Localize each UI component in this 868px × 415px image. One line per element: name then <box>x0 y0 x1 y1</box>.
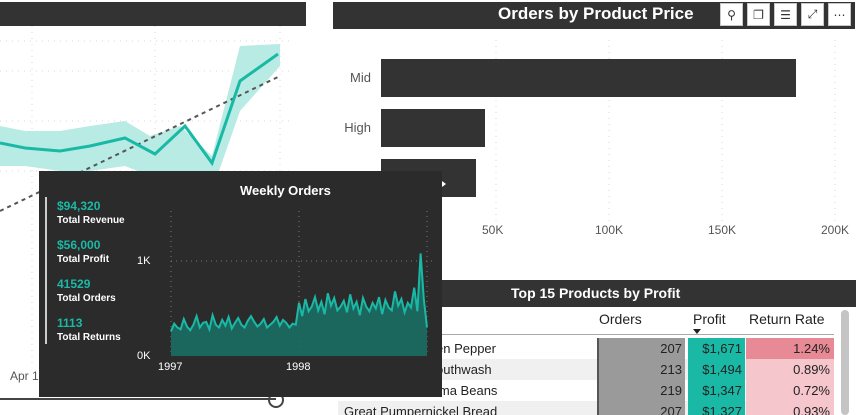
category-label-high: High <box>344 120 371 135</box>
kpi-value: 1113 <box>57 316 83 330</box>
left-visual-header <box>0 2 306 26</box>
tooltip-panel: Weekly Orders $94,320 Total Revenue $56,00… <box>39 171 442 397</box>
kpi-accent-bar <box>45 197 47 344</box>
x-tick-label: 150K <box>708 223 737 237</box>
bar-high[interactable] <box>381 109 485 147</box>
orders-cell: 207 <box>597 401 685 415</box>
profit-cell: $1,327 <box>688 401 745 415</box>
bar-chart-title: Orders by Product Price <box>498 4 694 23</box>
focus-mode-icon[interactable]: ⤢ <box>801 3 824 26</box>
column-header-orders[interactable]: Orders <box>599 311 642 327</box>
pin-icon[interactable]: ⚲ <box>720 3 743 26</box>
table-title: Top 15 Products by Profit <box>511 285 681 301</box>
return-rate-cell: 0.72% <box>746 380 834 401</box>
orders-cell: 207 <box>597 338 685 359</box>
profit-cell: $1,494 <box>688 359 745 380</box>
weekly-orders-x-tick-1998: 1998 <box>286 361 311 373</box>
category-label-mid: Mid <box>350 70 371 85</box>
table-scrollbar[interactable] <box>841 310 849 415</box>
orders-cell: 213 <box>597 359 685 380</box>
product-name-cell: Great Pumpernickel Bread <box>344 404 498 415</box>
x-tick-label: 100K <box>595 223 624 237</box>
return-rate-cell: 0.93% <box>746 401 834 415</box>
bar-mid[interactable] <box>381 59 796 97</box>
filter-icon[interactable]: ☰ <box>774 3 797 26</box>
copy-visual-icon[interactable]: ❐ <box>747 3 770 26</box>
more-options-icon[interactable]: ⋯ <box>828 3 851 26</box>
weekly-orders-y-tick-0k: 0K <box>137 350 151 362</box>
product-name-cell: outhwash <box>436 362 492 377</box>
kpi-value: 41529 <box>57 277 91 291</box>
x-tick-label: 200K <box>821 223 850 237</box>
weekly-orders-x-tick-1997: 1997 <box>158 361 183 373</box>
kpi-label: Total Orders <box>57 293 116 304</box>
x-tick-label: 50K <box>482 223 504 237</box>
report-canvas: Apr 1 Orders by Product Price ⚲ ❐ ☰ ⤢ ⋯ Mid H… <box>0 0 868 415</box>
left-chart-confidence-band <box>0 44 280 191</box>
tooltip-title: Weekly Orders <box>240 183 331 198</box>
product-name-cell: en Pepper <box>436 341 496 356</box>
column-header-profit[interactable]: Profit <box>693 311 726 327</box>
profit-cell: $1,671 <box>688 338 745 359</box>
left-chart-slider-track[interactable] <box>0 398 276 400</box>
kpi-label: Total Returns <box>57 332 121 343</box>
return-rate-cell: 1.24% <box>746 338 834 359</box>
weekly-orders-chart <box>170 211 434 356</box>
kpi-label: Total Revenue <box>57 215 125 226</box>
product-name-cell: ima Beans <box>436 383 498 398</box>
profit-cell: $1,347 <box>688 380 745 401</box>
kpi-value: $56,000 <box>57 238 101 252</box>
left-chart-x-label: Apr 1 <box>10 369 39 383</box>
weekly-orders-y-tick-1k: 1K <box>137 255 151 267</box>
kpi-label: Total Profit <box>57 254 110 265</box>
return-rate-cell: 0.89% <box>746 359 834 380</box>
orders-cell: 219 <box>597 380 685 401</box>
kpi-value: $94,320 <box>57 199 101 213</box>
column-header-return-rate[interactable]: Return Rate <box>749 311 824 327</box>
